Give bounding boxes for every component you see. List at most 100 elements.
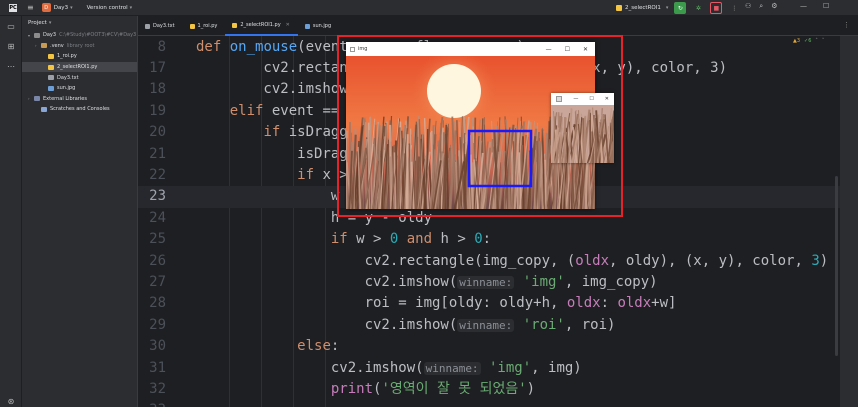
line-number: 8 [157,38,166,55]
tree-item-label: Scratches and Consoles [50,106,110,113]
tree-item-path: C:\#Study\#OOT3\#CV\#Day3 [59,32,137,39]
maximize-icon[interactable]: ☐ [565,46,570,53]
tree-item[interactable]: › External Libraries [22,94,137,105]
editor-tab[interactable]: Day3.txt [138,16,183,36]
settings-icon[interactable]: ⚙ [771,2,777,11]
git-icon[interactable]: ⊛ [6,397,16,407]
minimize-icon[interactable]: — [546,46,552,53]
more-icon[interactable]: ⋮ [843,21,850,29]
code-text: cv2.imshow(winname: 'img', img) [196,359,582,376]
line-number: 25 [149,231,166,248]
line-number: 31 [149,359,166,376]
code-line[interactable]: 27 cv2.imshow(winname: 'img', img_copy) [138,272,840,293]
code-text: cv2.rectangle(img_copy, (oldx, oldy), (x… [196,252,829,269]
img-window-title: img [358,46,368,52]
txt-icon [48,75,54,81]
chevron-up-icon[interactable]: ˄ [815,38,818,44]
folder-icon [34,32,40,38]
close-icon[interactable]: ✕ [605,96,609,102]
project-panel-header[interactable]: Project ▾ [22,16,137,30]
more-icon[interactable]: ⋮ [728,2,740,14]
add-user-icon[interactable]: ⚇ [745,2,751,11]
line-number: 24 [149,209,166,226]
code-line[interactable]: 30 else: [138,336,840,357]
code-line[interactable]: 32 print('영역이 잘 못 되었음') [138,379,840,400]
chevron-down-icon[interactable]: ▾ [70,5,73,11]
title-bar: PC ≡ D Day3 ▾ Version control ▾ 2_select… [0,0,858,16]
structure-icon[interactable]: ⊞ [6,42,16,52]
tree-item-label: 2_selectROI1.py [57,64,98,71]
py-file-icon [189,23,195,29]
opencv-window-icon [556,96,562,102]
tab-label: 2_selectROI1.py [240,22,281,28]
vcs-menu[interactable]: Version control [87,5,128,11]
right-tool-strip [840,36,858,407]
code-line[interactable]: 28 roi = img[oldy: oldy+h, oldx: oldx+w] [138,293,840,314]
tab-label: 1_roi.py [197,23,218,29]
project-tree: ▾ Day3 C:\#Study\#OOT3\#CV\#Day3 › .venv libr… [22,30,137,115]
tree-item-label: Day3.txt [57,74,79,81]
code-text: cv2.imshow(winname: 'roi', roi) [196,316,616,333]
lib-icon [34,96,40,102]
tree-item[interactable]: ▾ Day3 C:\#Study\#OOT3\#CV\#Day3 [22,30,137,41]
py-icon [48,53,54,59]
line-number: 29 [149,316,166,333]
tab-label: sun.jpg [312,23,332,29]
code-text: roi = img[oldy: oldy+h, oldx: oldx+w] [196,295,677,312]
line-number: 22 [149,166,166,183]
run-config-selector[interactable]: 2_selectROI1 ▾ [616,5,668,11]
minimize-icon[interactable]: — [800,2,807,10]
project-panel-title: Project [28,20,47,26]
img-window-titlebar[interactable]: img — ☐ ✕ [346,42,595,56]
debug-icon[interactable]: ✲ [692,2,704,14]
tree-item[interactable]: › .venv library root [22,41,137,52]
code-text: else: [297,338,340,355]
code-line[interactable]: 33 [138,400,840,407]
maximize-icon[interactable]: ☐ [589,96,593,102]
editor-tab[interactable]: 1_roi.py [183,16,226,36]
project-name[interactable]: Day3 [54,5,68,11]
folder-icon[interactable]: ▭ [6,22,16,32]
tree-item-path: library root [66,42,95,49]
line-number: 18 [149,81,166,98]
line-number: 21 [149,145,166,162]
run-icon[interactable]: ↻ [674,2,687,14]
editor-tab[interactable]: sun.jpg [298,16,339,36]
tree-item-label: 1_roi.py [57,53,77,60]
warning-count: ▲3 [793,38,801,44]
tree-item[interactable]: 1_roi.py [22,51,137,62]
stop-icon[interactable]: ■ [710,2,723,14]
vertical-scrollbar[interactable] [835,176,838,356]
code-line[interactable]: 29 cv2.imshow(winname: 'roi', roi) [138,315,840,336]
roi-window[interactable]: — ☐ ✕ [551,93,614,163]
tree-item[interactable]: Day3.txt [22,72,137,83]
line-number: 23 [149,188,166,205]
close-icon[interactable]: ✕ [286,22,290,28]
venv-icon [41,43,47,49]
minimize-icon[interactable]: — [573,96,578,102]
code-text: print('영역이 잘 못 되었음') [330,380,536,397]
tree-item[interactable]: 2_selectROI1.py [22,61,137,73]
search-icon[interactable]: ⌕ [759,2,763,11]
chevron-down-icon[interactable]: ▾ [130,5,133,11]
close-icon[interactable]: ✕ [583,46,588,53]
code-line[interactable]: 31 cv2.imshow(winname: 'img', img) [138,358,840,379]
code-line[interactable]: 26 cv2.rectangle(img_copy, (oldx, oldy),… [138,251,840,272]
maximize-icon[interactable]: ☐ [823,2,829,10]
tree-item[interactable]: Scratches and Consoles [22,104,137,115]
editor-tab[interactable]: 2_selectROI1.py ✕ [225,16,298,36]
code-text: cv2.imshow(winname: 'img', img_copy) [196,273,658,290]
more-icon[interactable]: ⋯ [6,62,16,72]
inspection-status[interactable]: ▲3 ✓6 ˄ ˅ [793,38,824,44]
hamburger-icon[interactable]: ≡ [27,3,34,12]
chevron-down-icon[interactable]: ˅ [822,38,825,44]
roi-image[interactable] [551,105,614,163]
tree-item-label: Day3 [43,32,57,39]
roi-window-titlebar[interactable]: — ☐ ✕ [551,93,614,105]
code-line[interactable]: 25 if w > 0 and h > 0: [138,229,840,250]
project-badge[interactable]: D [41,3,51,12]
tree-item[interactable]: sun.jpg [22,83,137,94]
tree-item-label: External Libraries [43,95,87,102]
scratch-icon [41,106,47,112]
opencv-window-icon [350,46,355,52]
